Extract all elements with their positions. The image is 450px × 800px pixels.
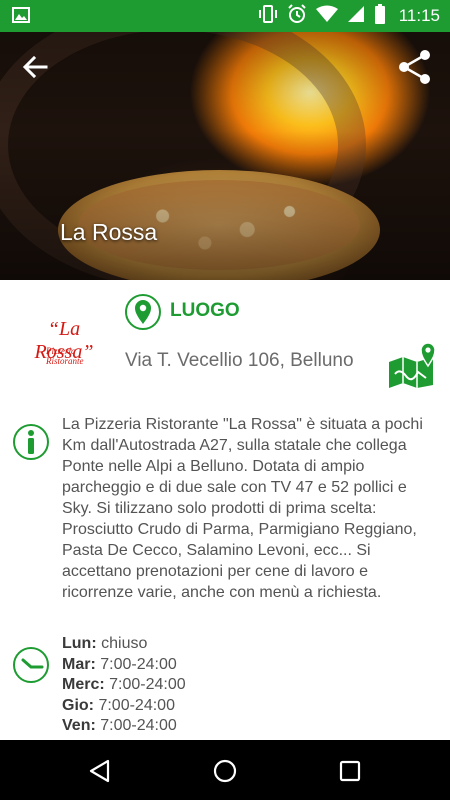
hours-time: chiuso [101,635,148,652]
share-icon [399,50,430,84]
location-label: LUOGO [170,300,240,321]
nav-home-icon [213,759,237,783]
info-icon [12,423,50,461]
wifi-icon [315,5,338,28]
hours-day: Gio: [62,696,94,714]
arrow-left-icon [22,55,48,79]
hours-time: 7:00-24:00 [100,655,177,673]
page-title: La Rossa [60,219,158,245]
share-button[interactable] [396,48,434,86]
hours-row: Lun: chiuso [62,634,362,655]
battery-icon [374,3,386,29]
hours-day: Merc: [62,676,105,693]
status-time: 11:15 [398,6,440,25]
hours-row: Mar: 7:00-24:00 [62,655,362,676]
location-pin-icon [124,293,162,331]
hours-row: Gio: 7:00-24:00 [62,696,362,717]
nav-back-icon [89,759,110,783]
address-text: Via T. Vecellio 106, Belluno [125,350,354,371]
map-icon[interactable] [386,336,438,388]
status-bar: 11:15 [0,0,450,32]
signal-icon [347,5,365,28]
hours-day: Ven: [62,717,96,734]
hours-time: 7:00-24:00 [98,696,175,714]
nav-home-button[interactable] [212,758,238,784]
back-button[interactable] [20,52,50,82]
hours-time: 7:00-24:00 [100,717,177,734]
vibrate-icon [258,4,278,28]
nav-back-button[interactable] [87,758,113,784]
opening-hours: Lun: chiuso Mar: 7:00-24:00 Merc: 7:00-2… [62,634,362,737]
nav-recents-icon [339,760,361,782]
hero-image: La Rossa [0,32,450,280]
navigation-bar [0,740,450,800]
alarm-icon [287,3,307,29]
hours-row: Ven: 7:00-24:00 [62,716,362,737]
image-icon [12,7,30,28]
description-text: La Pizzeria Ristorante "La Rossa" è situ… [62,416,423,601]
restaurant-logo: “La Rossa” Pizzeria Ristorante [18,318,110,366]
hours-day: Mar: [62,655,96,673]
clock-icon [12,646,50,684]
nav-recents-button[interactable] [337,758,363,784]
hours-day: Lun: [62,635,97,652]
hours-row: Merc: 7:00-24:00 [62,675,362,696]
hours-time: 7:00-24:00 [109,676,186,693]
logo-subtitle: Pizzeria Ristorante [46,346,84,366]
